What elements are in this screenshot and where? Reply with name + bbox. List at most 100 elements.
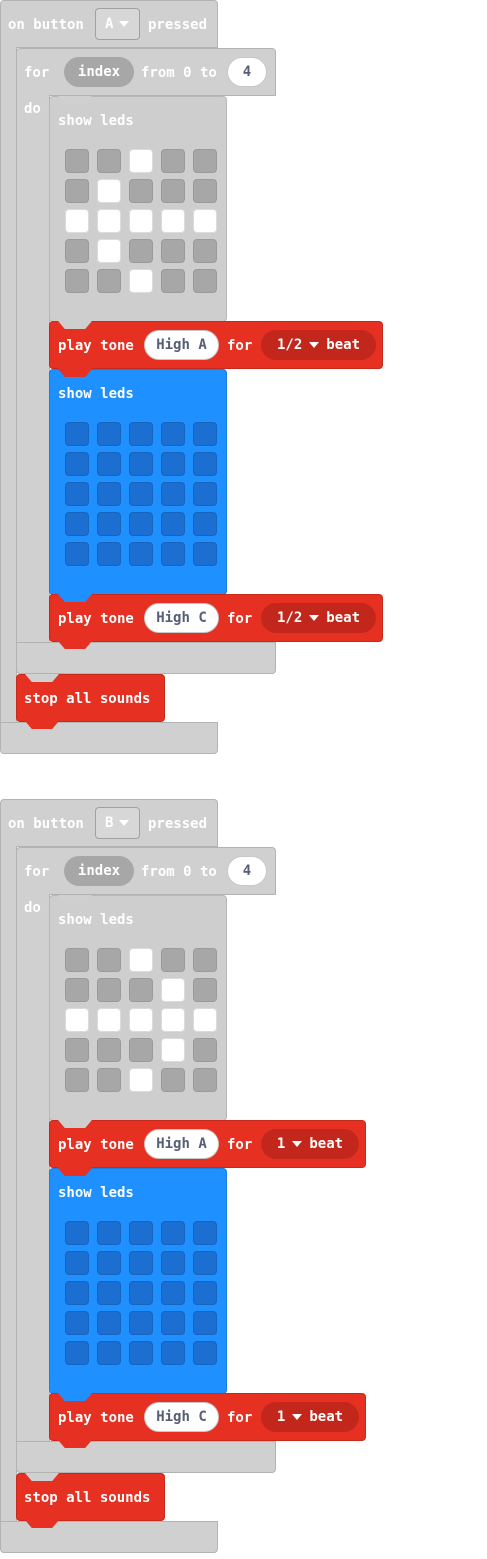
led-toggle[interactable] bbox=[97, 948, 121, 972]
led-toggle[interactable] bbox=[193, 1008, 217, 1032]
note-picker[interactable]: High A bbox=[144, 330, 219, 360]
led-toggle[interactable] bbox=[129, 239, 153, 263]
led-toggle[interactable] bbox=[193, 209, 217, 233]
led-toggle[interactable] bbox=[161, 452, 185, 476]
led-toggle[interactable] bbox=[193, 422, 217, 446]
led-toggle[interactable] bbox=[193, 978, 217, 1002]
led-toggle[interactable] bbox=[65, 948, 89, 972]
led-toggle[interactable] bbox=[129, 422, 153, 446]
note-picker[interactable]: High C bbox=[144, 1402, 219, 1432]
led-toggle[interactable] bbox=[97, 978, 121, 1002]
led-toggle[interactable] bbox=[97, 149, 121, 173]
led-toggle[interactable] bbox=[129, 948, 153, 972]
led-toggle[interactable] bbox=[97, 1008, 121, 1032]
note-picker[interactable]: High A bbox=[144, 1129, 219, 1159]
led-toggle[interactable] bbox=[129, 1281, 153, 1305]
led-toggle[interactable] bbox=[161, 948, 185, 972]
led-toggle[interactable] bbox=[97, 482, 121, 506]
led-toggle[interactable] bbox=[65, 239, 89, 263]
led-toggle[interactable] bbox=[97, 239, 121, 263]
led-toggle[interactable] bbox=[129, 1341, 153, 1365]
led-toggle[interactable] bbox=[129, 269, 153, 293]
led-toggle[interactable] bbox=[97, 1251, 121, 1275]
loop-end-value[interactable]: 4 bbox=[227, 856, 267, 886]
led-toggle[interactable] bbox=[97, 209, 121, 233]
led-toggle[interactable] bbox=[161, 978, 185, 1002]
led-toggle[interactable] bbox=[97, 542, 121, 566]
led-toggle[interactable] bbox=[161, 179, 185, 203]
led-toggle[interactable] bbox=[65, 1311, 89, 1335]
led-toggle[interactable] bbox=[65, 1008, 89, 1032]
led-toggle[interactable] bbox=[129, 452, 153, 476]
led-toggle[interactable] bbox=[193, 1038, 217, 1062]
loop-end-value[interactable]: 4 bbox=[227, 57, 267, 87]
led-toggle[interactable] bbox=[97, 512, 121, 536]
led-toggle[interactable] bbox=[193, 452, 217, 476]
led-toggle[interactable] bbox=[161, 1038, 185, 1062]
button-dropdown[interactable]: A bbox=[95, 8, 140, 40]
led-toggle[interactable] bbox=[193, 179, 217, 203]
led-toggle[interactable] bbox=[129, 149, 153, 173]
led-toggle[interactable] bbox=[161, 1068, 185, 1092]
led-toggle[interactable] bbox=[65, 452, 89, 476]
led-toggle[interactable] bbox=[65, 512, 89, 536]
led-toggle[interactable] bbox=[97, 452, 121, 476]
led-toggle[interactable] bbox=[161, 1311, 185, 1335]
led-toggle[interactable] bbox=[97, 269, 121, 293]
led-toggle[interactable] bbox=[193, 269, 217, 293]
beat-dropdown[interactable]: 1 beat bbox=[261, 1129, 359, 1159]
led-toggle[interactable] bbox=[193, 1311, 217, 1335]
led-toggle[interactable] bbox=[193, 1068, 217, 1092]
led-toggle[interactable] bbox=[193, 1281, 217, 1305]
loop-variable-pill[interactable]: index bbox=[64, 57, 134, 87]
led-toggle[interactable] bbox=[161, 269, 185, 293]
led-toggle[interactable] bbox=[129, 209, 153, 233]
led-toggle[interactable] bbox=[65, 1251, 89, 1275]
led-toggle[interactable] bbox=[129, 1311, 153, 1335]
led-toggle[interactable] bbox=[129, 179, 153, 203]
led-toggle[interactable] bbox=[129, 978, 153, 1002]
led-toggle[interactable] bbox=[193, 948, 217, 972]
led-toggle[interactable] bbox=[193, 512, 217, 536]
led-toggle[interactable] bbox=[65, 1281, 89, 1305]
led-toggle[interactable] bbox=[97, 1068, 121, 1092]
led-toggle[interactable] bbox=[161, 1341, 185, 1365]
led-toggle[interactable] bbox=[65, 422, 89, 446]
led-toggle[interactable] bbox=[161, 1008, 185, 1032]
led-toggle[interactable] bbox=[129, 1008, 153, 1032]
led-toggle[interactable] bbox=[65, 1068, 89, 1092]
led-toggle[interactable] bbox=[193, 1251, 217, 1275]
note-picker[interactable]: High C bbox=[144, 603, 219, 633]
led-toggle[interactable] bbox=[129, 1251, 153, 1275]
led-toggle[interactable] bbox=[193, 1341, 217, 1365]
led-toggle[interactable] bbox=[65, 1341, 89, 1365]
led-toggle[interactable] bbox=[193, 1221, 217, 1245]
led-toggle[interactable] bbox=[161, 239, 185, 263]
button-dropdown[interactable]: B bbox=[95, 807, 140, 839]
led-toggle[interactable] bbox=[161, 1251, 185, 1275]
led-toggle[interactable] bbox=[193, 149, 217, 173]
led-toggle[interactable] bbox=[161, 482, 185, 506]
beat-dropdown[interactable]: 1/2 beat bbox=[261, 603, 376, 633]
led-toggle[interactable] bbox=[97, 1341, 121, 1365]
led-toggle[interactable] bbox=[161, 512, 185, 536]
led-toggle[interactable] bbox=[193, 542, 217, 566]
led-toggle[interactable] bbox=[129, 1038, 153, 1062]
led-toggle[interactable] bbox=[129, 542, 153, 566]
led-toggle[interactable] bbox=[193, 482, 217, 506]
led-toggle[interactable] bbox=[65, 978, 89, 1002]
led-toggle[interactable] bbox=[161, 1221, 185, 1245]
led-toggle[interactable] bbox=[65, 269, 89, 293]
led-toggle[interactable] bbox=[65, 1038, 89, 1062]
beat-dropdown[interactable]: 1 beat bbox=[261, 1402, 359, 1432]
led-toggle[interactable] bbox=[65, 1221, 89, 1245]
led-toggle[interactable] bbox=[161, 209, 185, 233]
led-toggle[interactable] bbox=[97, 1221, 121, 1245]
led-toggle[interactable] bbox=[65, 149, 89, 173]
led-toggle[interactable] bbox=[97, 1281, 121, 1305]
led-toggle[interactable] bbox=[193, 239, 217, 263]
led-toggle[interactable] bbox=[97, 179, 121, 203]
led-toggle[interactable] bbox=[97, 1038, 121, 1062]
led-toggle[interactable] bbox=[65, 179, 89, 203]
led-toggle[interactable] bbox=[97, 1311, 121, 1335]
